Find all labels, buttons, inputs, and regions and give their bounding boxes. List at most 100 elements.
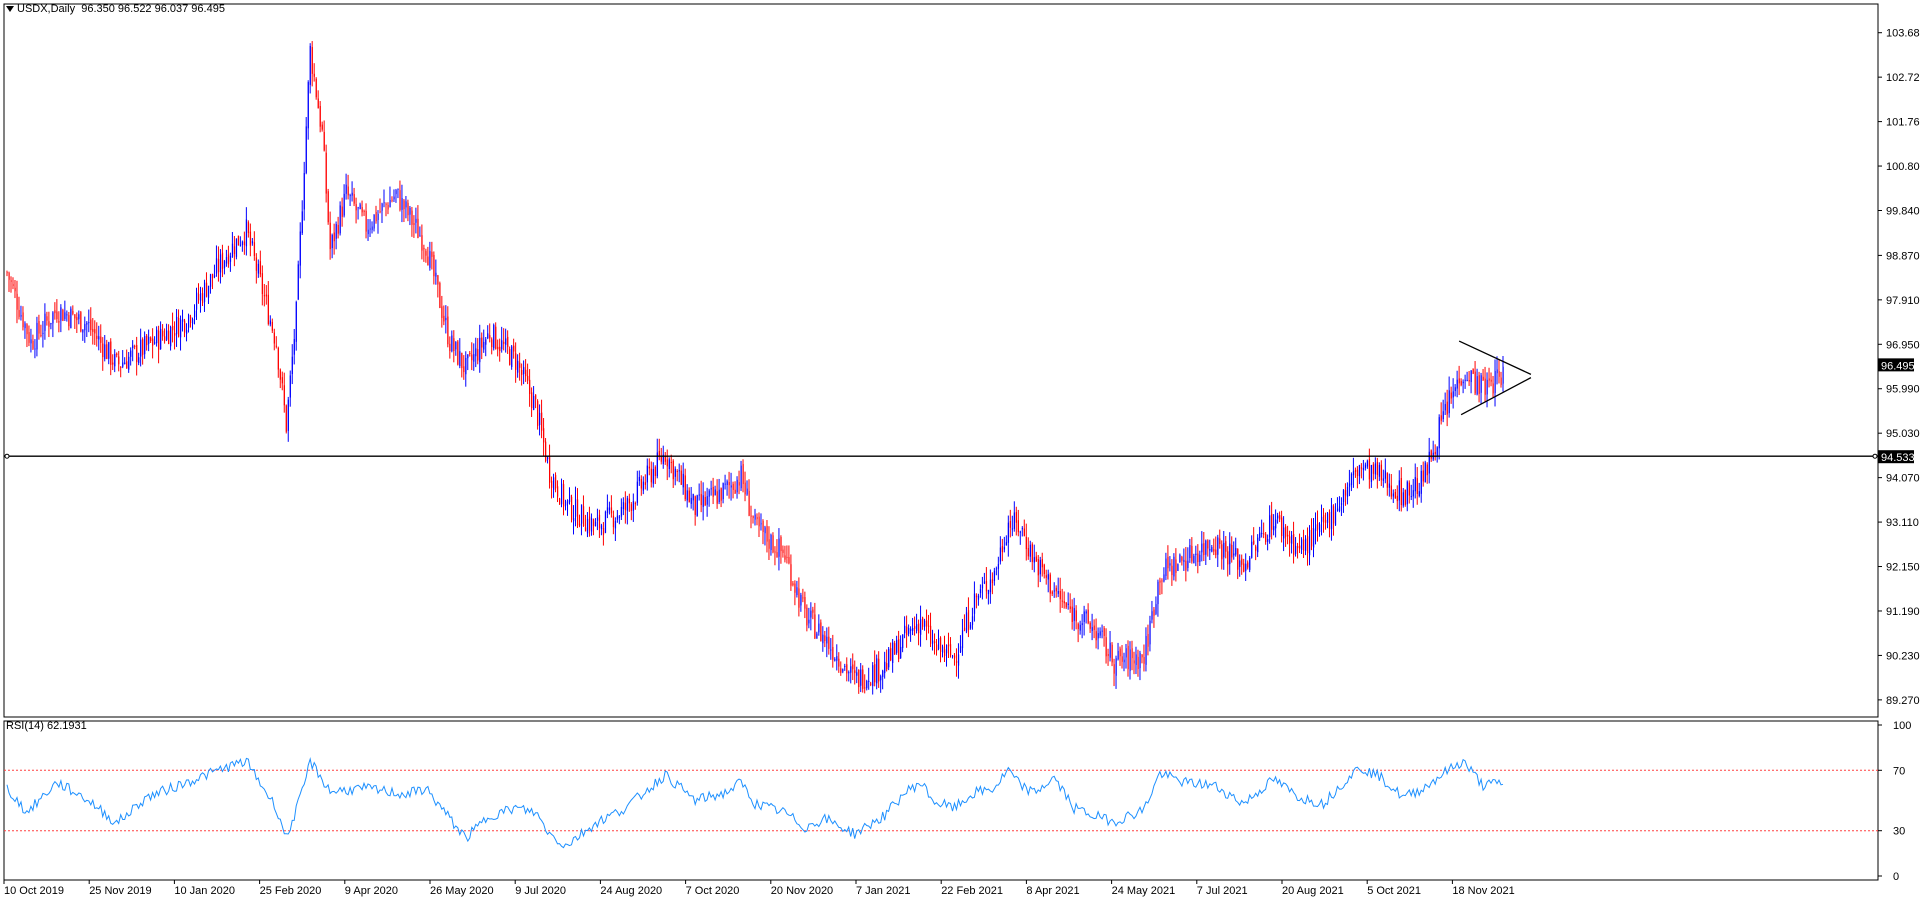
candle-body — [1169, 563, 1171, 566]
candle-body — [421, 235, 423, 251]
candle-body — [285, 405, 287, 432]
candle-body — [1237, 548, 1239, 570]
candle-body — [229, 255, 232, 262]
candle-body — [1287, 534, 1289, 537]
price-axis-label: 102.720 — [1886, 72, 1920, 84]
candle-body — [716, 491, 718, 504]
candle-body — [806, 607, 808, 626]
candle-body — [1460, 381, 1462, 386]
candle-body — [385, 203, 387, 205]
candle-body — [698, 494, 700, 496]
candle-body — [965, 612, 968, 632]
candle-body — [1442, 411, 1444, 420]
time-axis-label: 18 Nov 2021 — [1452, 885, 1514, 897]
candle-body — [1149, 620, 1151, 645]
candle-body — [916, 624, 918, 631]
candle-body — [56, 311, 58, 320]
candle-body — [259, 261, 262, 275]
candle-body — [1201, 543, 1203, 553]
candle-body — [489, 335, 491, 339]
candle-body — [1472, 368, 1474, 374]
candle-body — [816, 633, 818, 639]
candle-body — [1195, 553, 1197, 556]
candle-body — [429, 251, 431, 268]
candle-body — [692, 494, 694, 501]
candle-body — [441, 306, 443, 318]
candle-body — [1023, 528, 1025, 537]
candle-body — [193, 310, 196, 318]
candle-body — [608, 507, 611, 511]
candle-body — [1277, 515, 1279, 519]
candle-body — [72, 310, 74, 314]
candle-body — [1055, 587, 1057, 592]
candle-body — [1253, 540, 1255, 544]
candle-body — [245, 219, 248, 247]
candle-body — [277, 347, 279, 370]
candle-body — [1408, 482, 1410, 496]
candle-body — [908, 628, 910, 634]
candle-body — [902, 634, 904, 649]
candle-body — [1352, 471, 1355, 476]
candle-body — [565, 501, 567, 506]
candle-body — [373, 214, 375, 229]
candle-body — [810, 610, 812, 618]
time-axis-label: 20 Aug 2021 — [1282, 885, 1344, 897]
candle-body — [178, 317, 180, 337]
candle-body — [1480, 375, 1482, 393]
candle-body — [1360, 467, 1363, 469]
candle-body — [866, 681, 868, 689]
candle-body — [106, 344, 108, 359]
candle-body — [1129, 649, 1131, 672]
candle-body — [52, 312, 54, 324]
candle-body — [481, 337, 483, 348]
candle-body — [1019, 531, 1021, 533]
candle-body — [411, 210, 413, 225]
candle-body — [1462, 381, 1464, 384]
candle-body — [50, 322, 52, 325]
candle-body — [940, 637, 942, 652]
candle-body — [46, 316, 48, 321]
candle-body — [164, 336, 166, 341]
candle-body — [1015, 512, 1018, 523]
candle-body — [521, 370, 523, 375]
candle-body — [295, 302, 297, 342]
candle-body — [850, 666, 852, 673]
candle-body — [505, 338, 507, 345]
current-price-label: 96.495 — [1881, 360, 1915, 372]
candle-body — [327, 191, 329, 223]
candle-body — [584, 527, 587, 532]
candle-body — [977, 595, 980, 600]
candle-body — [235, 238, 238, 257]
candle-body — [333, 232, 335, 242]
candle-body — [223, 261, 226, 269]
candle-body — [483, 341, 485, 350]
collapse-triangle-icon[interactable] — [6, 6, 14, 13]
candle-body — [443, 315, 445, 322]
candle-body — [762, 520, 764, 533]
candle-body — [375, 211, 377, 222]
candle-body — [1334, 511, 1337, 526]
candle-body — [740, 465, 742, 489]
candle-body — [776, 552, 778, 558]
price-chart-svg: 103.680 102.720 101.760 100.800 99.840 98.870… — [0, 0, 1920, 901]
candle-body — [144, 336, 146, 355]
candle-body — [874, 664, 876, 683]
candle-body — [148, 336, 150, 344]
candle-body — [221, 252, 224, 269]
candle-body — [1420, 470, 1422, 494]
candle-body — [1165, 558, 1167, 576]
candle-body — [389, 199, 391, 208]
candle-body — [822, 634, 824, 644]
candle-body — [525, 369, 527, 377]
candle-body — [672, 460, 674, 480]
candle-body — [257, 263, 260, 274]
candle-body — [832, 646, 834, 660]
candle-body — [924, 620, 926, 627]
candle-body — [932, 640, 934, 644]
candle-body — [511, 346, 513, 367]
candle-body — [1103, 628, 1105, 637]
candle-body — [606, 507, 609, 513]
candle-body — [1197, 553, 1199, 563]
candle-body — [192, 318, 194, 324]
candle-body — [116, 353, 118, 356]
